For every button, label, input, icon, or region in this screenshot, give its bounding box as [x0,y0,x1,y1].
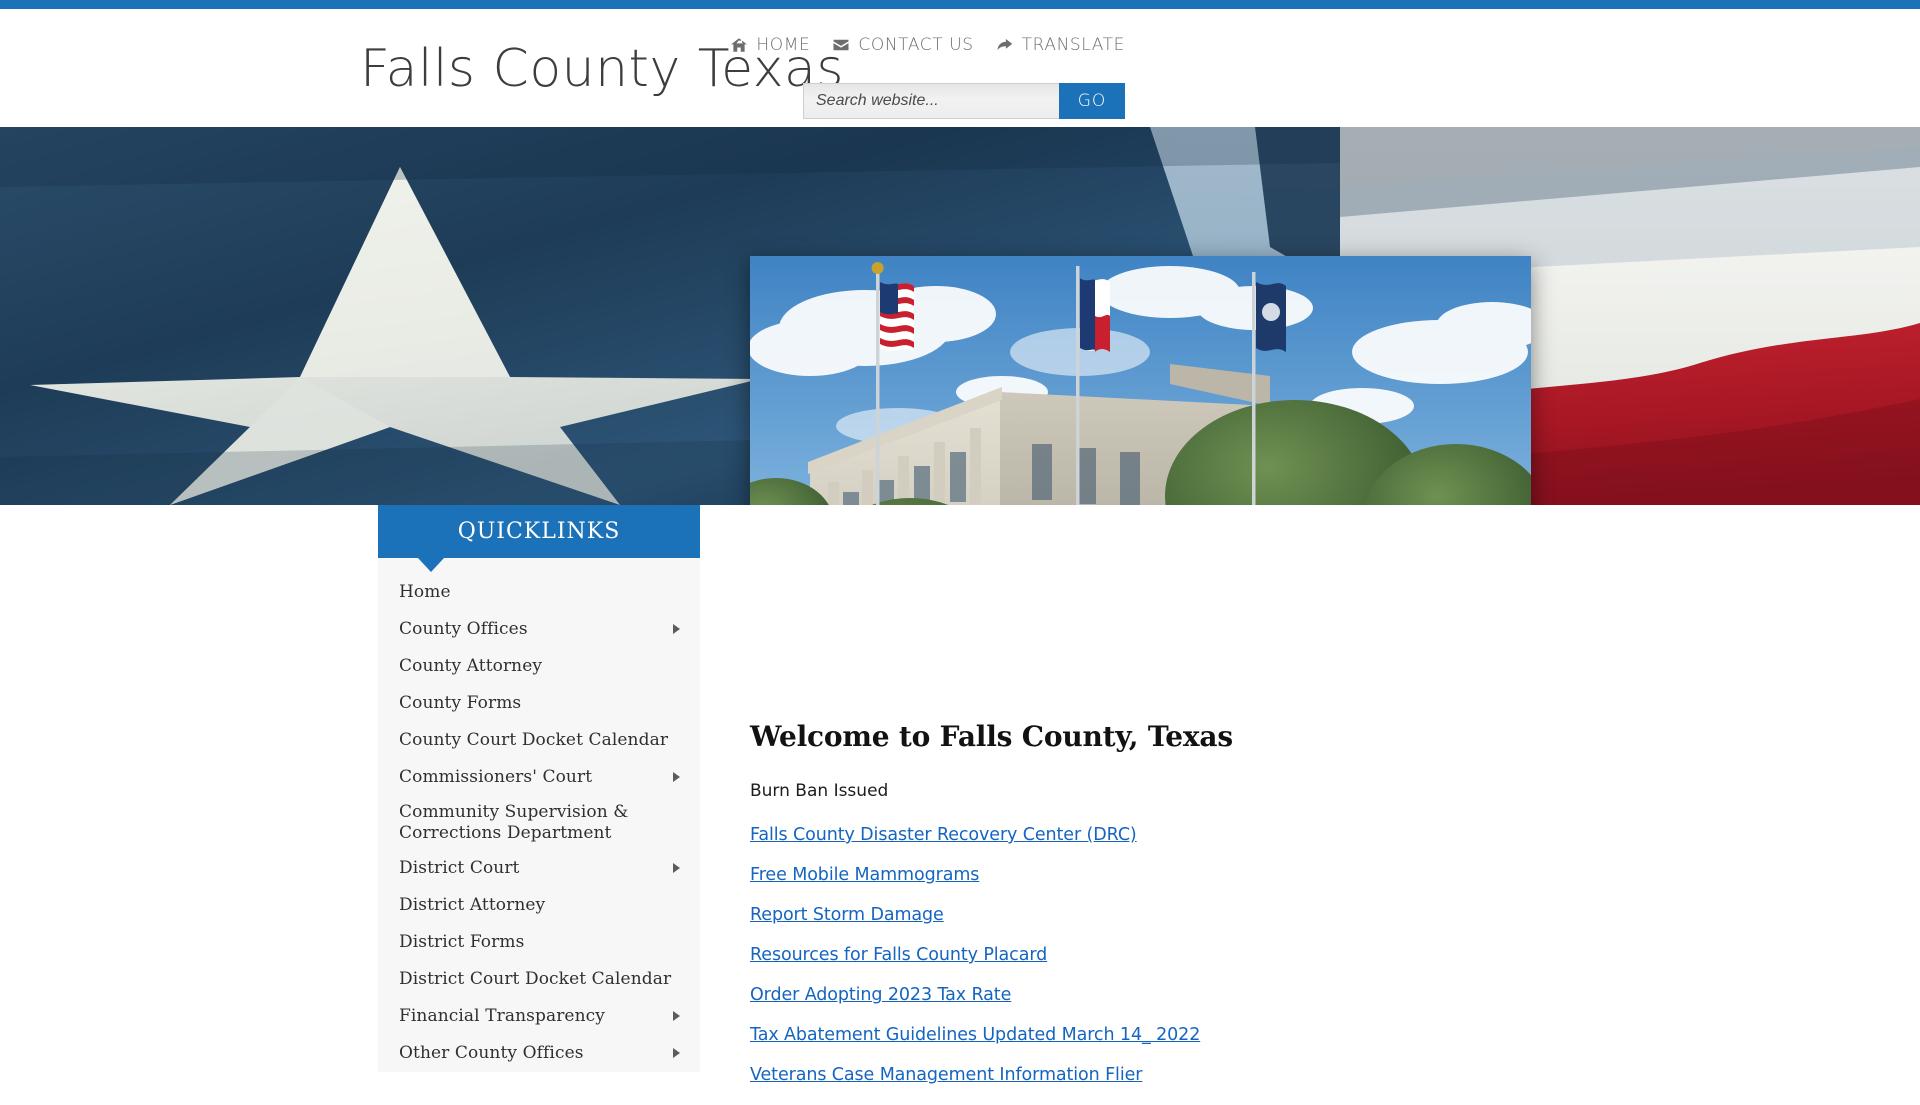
top-accent-bar [0,0,1920,9]
sidebar-item[interactable]: Other County Offices [378,1035,700,1072]
announcement-link[interactable]: Resources for Falls County Placard [750,945,1540,965]
sidebar-item[interactable]: Commissioners' Court [378,759,700,796]
sidebar-item-label: County Court Docket Calendar [399,729,669,750]
announcement-link[interactable]: Order Adopting 2023 Tax Rate [750,985,1540,1005]
search-go-button[interactable]: GO [1059,83,1125,119]
sidebar-item-label: Financial Transparency [399,1006,605,1027]
sidebar-item[interactable]: District Attorney [378,887,700,924]
sidebar-item[interactable]: Financial Transparency [378,998,700,1035]
sidebar-item-label: County Attorney [399,655,543,676]
sidebar-item-label: District Court [399,858,520,879]
quicklinks-sidebar: QUICKLINKS Home County Offices County Atto… [378,505,700,1073]
announcement-link[interactable]: Free Mobile Mammograms [750,865,1540,885]
sidebar-item[interactable]: Home [378,574,700,611]
sidebar-item[interactable]: County Attorney [378,648,700,685]
nav-item-translate-label: TRANSLATE [1021,35,1125,55]
sidebar-item-label: Other County Offices [399,1043,584,1064]
header-nav: HOME CONTACT US TRANSLATE [730,35,1125,55]
page-body: QUICKLINKS Home County Offices County Atto… [0,505,1920,1085]
nav-item-contact-us[interactable]: CONTACT US [832,35,973,55]
sidebar-item[interactable]: District Court [378,850,700,887]
sidebar-item-label: Home [399,581,451,602]
chevron-right-icon [673,863,680,874]
nav-item-translate[interactable]: TRANSLATE [996,35,1125,55]
announcement-link[interactable]: Falls County Disaster Recovery Center (D… [750,825,1540,845]
sidebar-item-label: County Forms [399,692,522,713]
sidebar-item[interactable]: Community Supervision & Corrections Depa… [378,796,700,850]
page-title: Welcome to Falls County, Texas [750,720,1233,753]
share-arrow-icon [996,36,1014,54]
home-icon [730,36,748,54]
sidebar-item[interactable]: County Court Docket Calendar [378,722,700,759]
sidebar-item-label: Commissioners' Court [399,766,593,787]
announcement-link[interactable]: Veterans Case Management Information Fli… [750,1065,1540,1085]
nav-item-home-label: HOME [756,35,811,55]
sidebar-item-label: District Attorney [399,895,546,916]
nav-item-home[interactable]: HOME [730,35,810,55]
chevron-right-icon [673,624,680,634]
nav-item-contact-us-label: CONTACT US [858,35,974,55]
chevron-right-icon [673,1011,680,1022]
sidebar-item-label: County Offices [399,618,528,639]
quicklinks-heading-label: QUICKLINKS [457,519,621,544]
announcement-link[interactable]: Report Storm Damage [750,905,1540,925]
sidebar-item[interactable]: County Forms [378,685,700,722]
quicklinks-heading: QUICKLINKS [378,505,700,572]
sidebar-item-label: District Court Docket Calendar [399,969,672,990]
burn-ban-notice: Burn Ban Issued [750,781,889,801]
sidebar-item[interactable]: District Court Docket Calendar [378,961,700,998]
quicklinks-notch-icon [418,558,444,572]
main-content: Welcome to Falls County, Texas Burn Ban … [750,720,1540,1105]
sidebar-item-label: Community Supervision & Corrections Depa… [399,802,629,843]
chevron-right-icon [673,772,680,782]
sidebar-item[interactable]: District Forms [378,924,700,961]
site-header: Falls County Texas HOME CONTACT US TRANS… [0,9,1920,127]
quicklinks-list: Home County Offices County Attorney County … [378,558,700,1073]
sidebar-item-label: District Forms [399,932,525,953]
announcement-links: Falls County Disaster Recovery Center (D… [750,825,1540,1085]
announcement-link[interactable]: Tax Abatement Guidelines Updated March 1… [750,1025,1540,1045]
chevron-right-icon [673,1048,680,1059]
site-search-form: GO [803,83,1125,119]
envelope-icon [832,36,850,54]
search-input[interactable] [803,83,1059,119]
sidebar-item[interactable]: County Offices [378,611,700,648]
